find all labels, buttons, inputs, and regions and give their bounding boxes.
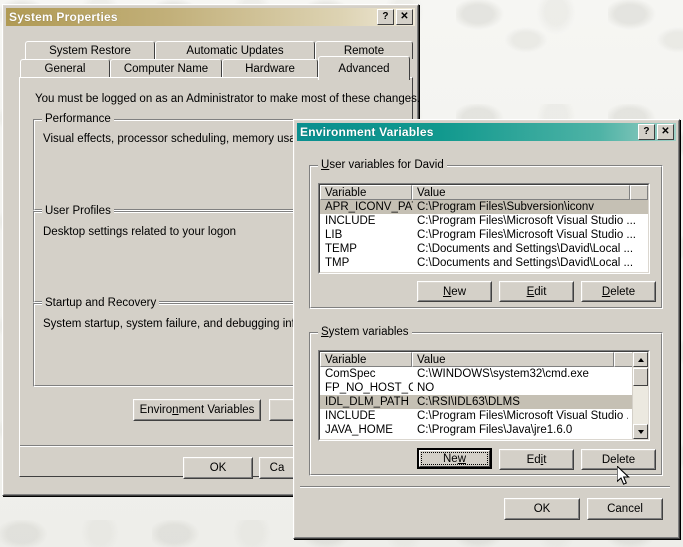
table-row[interactable]: INCLUDE C:\Program Files\Microsoft Visua… [320, 409, 648, 423]
startup-recovery-group-label: Startup and Recovery [42, 297, 160, 309]
scroll-up-arrow-icon[interactable] [633, 352, 648, 367]
column-header-value[interactable]: Value [412, 185, 630, 200]
system-variables-scrollbar[interactable] [632, 352, 648, 439]
user-variables-new-button[interactable]: New [417, 281, 492, 302]
user-variables-list-header: Variable Value [320, 185, 648, 200]
table-row[interactable]: JAVA_HOME C:\Program Files\Java\jre1.6.0 [320, 423, 648, 437]
tab-computer-name[interactable]: Computer Name [110, 59, 222, 78]
startup-recovery-description: System startup, system failure, and debu… [43, 318, 325, 330]
user-variables-group-label: User variables for David [318, 159, 447, 171]
user-profiles-description: Desktop settings related to your logon [43, 226, 237, 238]
environment-variables-cancel-button[interactable]: Cancel [587, 498, 663, 520]
user-variables-rows: APR_ICONV_PATH C:\Program Files\Subversi… [320, 200, 648, 270]
system-variables-list[interactable]: Variable Value ComSpec C:\WINDOWS\system… [318, 350, 650, 441]
user-variables-edit-button[interactable]: Edit [499, 281, 574, 302]
tab-system-restore[interactable]: System Restore [25, 41, 155, 59]
column-header-variable[interactable]: Variable [320, 185, 412, 200]
user-profiles-group-label: User Profiles [42, 205, 114, 217]
system-variables-new-button[interactable]: New [417, 448, 492, 469]
table-row[interactable]: IDL_DLM_PATH C:\RSI\IDL63\DLMS [320, 395, 648, 409]
table-row[interactable]: APR_ICONV_PATH C:\Program Files\Subversi… [320, 200, 648, 214]
close-icon[interactable]: ✕ [657, 124, 674, 140]
performance-group-label: Performance [42, 113, 114, 125]
help-icon[interactable]: ? [377, 9, 394, 25]
environment-variables-ok-button[interactable]: OK [504, 498, 580, 520]
column-header-variable[interactable]: Variable [320, 352, 412, 367]
system-properties-titlebar[interactable]: System Properties ? ✕ [6, 8, 415, 26]
administrator-notice: You must be logged on as an Administrato… [35, 93, 421, 105]
system-variables-delete-button[interactable]: Delete [581, 449, 656, 470]
environment-variables-title: Environment Variables [300, 125, 434, 139]
environment-variables-window: Environment Variables ? ✕ User variables… [293, 119, 680, 539]
user-variables-delete-button[interactable]: Delete [581, 281, 656, 302]
table-row[interactable]: FP_NO_HOST_C... NO [320, 381, 648, 395]
desktop-background: System Properties ? ✕ System Restore Aut… [0, 0, 683, 547]
system-variables-group-label: System variables [318, 326, 412, 338]
tab-advanced[interactable]: Advanced [318, 56, 410, 80]
system-variables-edit-button[interactable]: Edit [499, 449, 574, 470]
performance-description: Visual effects, processor scheduling, me… [43, 133, 322, 145]
user-variables-list[interactable]: Variable Value APR_ICONV_PATH C:\Program… [318, 183, 650, 274]
help-icon[interactable]: ? [638, 124, 655, 140]
environment-variables-button[interactable]: Environment Variables [133, 399, 261, 421]
column-header-filler [630, 185, 648, 200]
tab-automatic-updates[interactable]: Automatic Updates [155, 41, 315, 59]
table-row[interactable]: TMP C:\Documents and Settings\David\Loca… [320, 256, 648, 270]
tab-hardware[interactable]: Hardware [222, 59, 318, 78]
system-variables-list-header: Variable Value [320, 352, 648, 367]
system-variables-rows: ComSpec C:\WINDOWS\system32\cmd.exe FP_N… [320, 367, 648, 437]
table-row[interactable]: LIB C:\Program Files\Microsoft Visual St… [320, 228, 648, 242]
scrollbar-thumb[interactable] [633, 368, 648, 386]
table-row[interactable]: INCLUDE C:\Program Files\Microsoft Visua… [320, 214, 648, 228]
tab-general[interactable]: General [20, 59, 110, 78]
table-row[interactable]: TEMP C:\Documents and Settings\David\Loc… [320, 242, 648, 256]
system-properties-title: System Properties [9, 10, 118, 24]
table-row[interactable]: ComSpec C:\WINDOWS\system32\cmd.exe [320, 367, 648, 381]
column-header-value[interactable]: Value [412, 352, 614, 367]
system-properties-ok-button[interactable]: OK [183, 457, 253, 479]
scroll-down-arrow-icon[interactable] [633, 424, 648, 439]
close-icon[interactable]: ✕ [396, 9, 413, 25]
environment-variables-titlebar[interactable]: Environment Variables ? ✕ [297, 123, 676, 141]
dialog-footer-divider [300, 486, 670, 488]
